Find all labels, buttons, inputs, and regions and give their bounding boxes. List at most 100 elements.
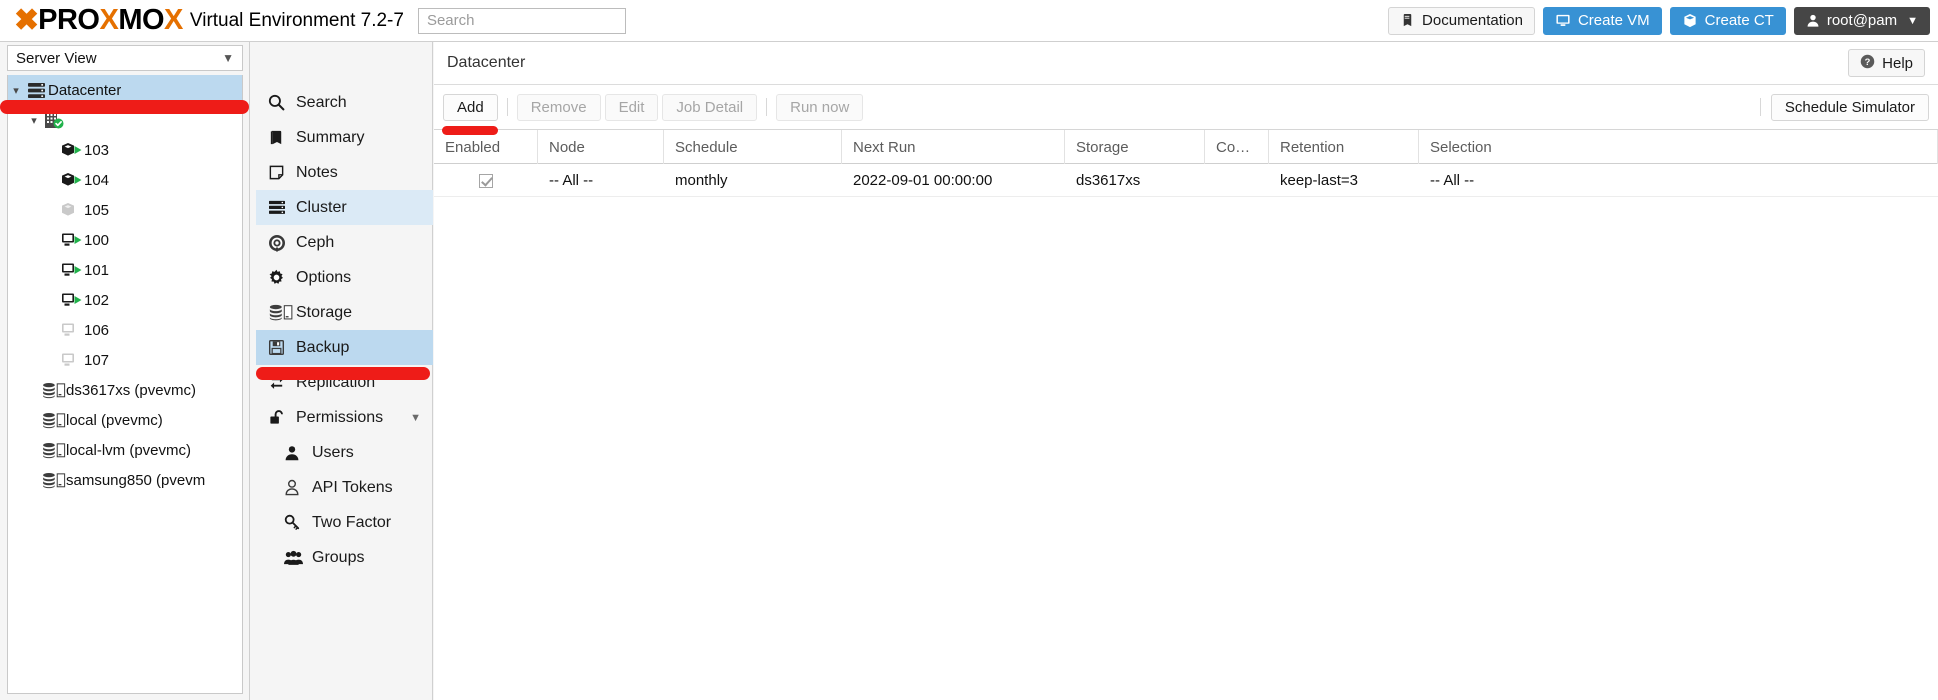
view-selector-dropdown[interactable]: Server View ▼	[7, 45, 243, 71]
header-actions: Documentation Create VM Create CT root@p…	[1388, 6, 1938, 35]
column-header-co[interactable]: Co…	[1205, 130, 1269, 164]
schedule-simulator-button[interactable]: Schedule Simulator	[1770, 93, 1929, 121]
nav-item-search[interactable]: Search	[256, 85, 433, 120]
resource-tree[interactable]: ▾ Datacenter ▾ 103 104 105 100 101 102 106 107 ds36…	[7, 75, 243, 694]
tree-item-label: local (pvevmc)	[66, 411, 163, 429]
nav-item-summary[interactable]: Summary	[256, 120, 433, 155]
nav-item-label: Ceph	[296, 233, 335, 251]
proxmox-logo[interactable]: ✖ PROXMOX Virtual Environment 7.2-7	[0, 5, 404, 36]
documentation-button[interactable]: Documentation	[1388, 6, 1535, 35]
tree-item-103[interactable]: 103	[8, 135, 242, 165]
nav-item-ceph[interactable]: Ceph	[256, 225, 433, 260]
nav-item-cluster[interactable]: Cluster	[256, 190, 433, 225]
datacenter-icon	[24, 82, 48, 99]
tree-item-label: samsung850 (pvevm	[66, 471, 206, 489]
edit-button[interactable]: Edit	[604, 93, 659, 121]
toolbar-right-group: Schedule Simulator	[1755, 93, 1929, 121]
tree-item-101[interactable]: 101	[8, 255, 242, 285]
gear-icon	[268, 269, 296, 286]
nav-item-label: Cluster	[296, 198, 347, 216]
column-header-nextrun[interactable]: Next Run	[842, 130, 1065, 164]
nav-item-api-tokens[interactable]: API Tokens	[256, 470, 433, 505]
tree-item-samsung850[interactable]: samsung850 (pvevm	[8, 465, 242, 495]
tree-item-label: ds3617xs (pvevmc)	[66, 381, 197, 399]
search-input[interactable]: Search	[417, 7, 626, 34]
nav-item-storage[interactable]: Storage	[256, 295, 433, 330]
tree-item-local-lvm[interactable]: local-lvm (pvevmc)	[8, 435, 242, 465]
svg-text:?: ?	[1865, 57, 1871, 67]
ct-running-icon	[60, 142, 84, 158]
cluster-icon	[268, 200, 296, 216]
create-vm-button[interactable]: Create VM	[1542, 6, 1662, 35]
tree-item-ds3617xs[interactable]: ds3617xs (pvevmc)	[8, 375, 242, 405]
tree-twisty[interactable]: ▾	[26, 114, 42, 127]
run-now-button[interactable]: Run now	[776, 93, 864, 121]
product-name: Virtual Environment 7.2-7	[189, 9, 404, 31]
tree-item-102[interactable]: 102	[8, 285, 242, 315]
add-button[interactable]: Add	[443, 93, 498, 121]
column-header-retention[interactable]: Retention	[1269, 130, 1419, 164]
tree-item-label: 101	[84, 261, 110, 279]
nav-item-notes[interactable]: Notes	[256, 155, 433, 190]
chevron-down-icon: ▼	[1907, 14, 1918, 27]
remove-button[interactable]: Remove	[516, 93, 601, 121]
breadcrumb[interactable]: Datacenter	[447, 54, 525, 72]
tree-item-106[interactable]: 106	[8, 315, 242, 345]
tree-item-label: 103	[84, 141, 110, 159]
ceph-icon	[268, 234, 296, 252]
documentation-label: Documentation	[1422, 12, 1523, 29]
nav-item-permissions[interactable]: Permissions ▼	[256, 400, 433, 435]
tree-item-105[interactable]: 105	[8, 195, 242, 225]
cell-comment	[1205, 164, 1269, 197]
view-selector-label: Server View	[16, 49, 97, 67]
chevron-down-icon[interactable]: ▼	[410, 412, 433, 424]
column-header-storage[interactable]: Storage	[1065, 130, 1205, 164]
column-header-node[interactable]: Node	[538, 130, 664, 164]
column-header-enabled[interactable]: Enabled	[434, 130, 538, 164]
tree-item-104[interactable]: 104	[8, 165, 242, 195]
create-vm-label: Create VM	[1577, 12, 1650, 29]
column-header-selection[interactable]: Selection	[1419, 130, 1938, 164]
vm-running-icon	[60, 232, 84, 248]
nav-item-label: Two Factor	[312, 513, 392, 531]
create-ct-button[interactable]: Create CT	[1669, 6, 1786, 35]
monitor-icon	[1555, 13, 1571, 28]
storage-icon	[42, 412, 66, 429]
toolbar-separator	[1759, 98, 1761, 116]
token-user-icon	[284, 479, 312, 496]
tree-item-local[interactable]: local (pvevmc)	[8, 405, 242, 435]
note-icon	[268, 164, 296, 181]
table-row[interactable]: -- All -- monthly 2022-09-01 00:00:00 ds361…	[434, 164, 1938, 197]
nav-item-label: Notes	[296, 163, 338, 181]
nav-item-users[interactable]: Users	[256, 435, 433, 470]
user-menu-button[interactable]: root@pam ▼	[1793, 6, 1930, 35]
column-header-schedule[interactable]: Schedule	[664, 130, 842, 164]
datacenter-nav-list[interactable]: Search Summary Notes Cluster Ceph Options Stor…	[256, 85, 433, 575]
enabled-checkbox[interactable]	[479, 173, 493, 188]
tree-item-label: 106	[84, 321, 110, 339]
highlight-add-button	[442, 126, 498, 135]
help-label: Help	[1882, 54, 1913, 72]
main-content: Datacenter ? Help Add Remove Edit Job De…	[434, 42, 1938, 700]
tree-item-label: Datacenter	[48, 81, 122, 99]
vm-stopped-icon	[60, 322, 84, 338]
tree-item-107[interactable]: 107	[8, 345, 242, 375]
nav-item-backup[interactable]: Backup	[256, 330, 433, 365]
search-placeholder-text: Search	[426, 12, 475, 29]
book-icon	[268, 129, 296, 146]
table-header-row: Enabled Node Schedule Next Run Storage Co… Ret…	[434, 130, 1938, 164]
nav-item-label: Groups	[312, 548, 365, 566]
nav-item-options[interactable]: Options	[256, 260, 433, 295]
nav-item-two-factor[interactable]: Two Factor	[256, 505, 433, 540]
vm-running-icon	[60, 292, 84, 308]
help-button[interactable]: ? Help	[1848, 49, 1925, 77]
job-detail-button[interactable]: Job Detail	[662, 93, 758, 121]
help-icon: ?	[1860, 54, 1875, 73]
tree-item-100[interactable]: 100	[8, 225, 242, 255]
tree-item-label: local-lvm (pvevmc)	[66, 441, 192, 459]
user-icon	[1806, 13, 1820, 28]
tree-twisty[interactable]: ▾	[8, 84, 24, 97]
nav-item-groups[interactable]: Groups	[256, 540, 433, 575]
nav-item-label: API Tokens	[312, 478, 393, 496]
cell-node: -- All --	[549, 172, 594, 189]
